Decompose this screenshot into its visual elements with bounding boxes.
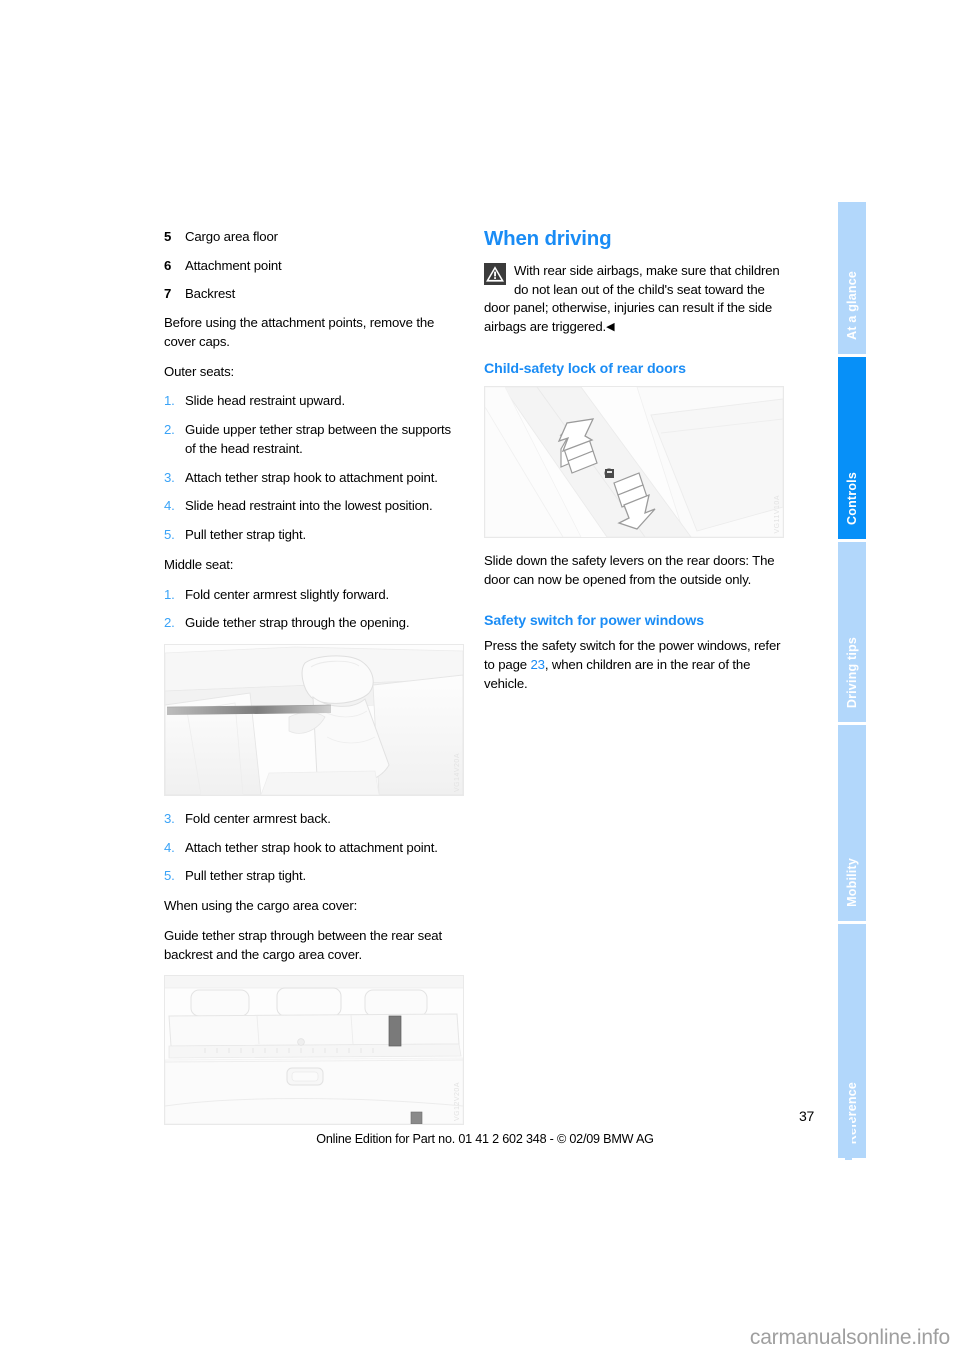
site-watermark: carmanualsonline.info [749, 1326, 950, 1349]
step-text: Attach tether strap hook to attachment p… [185, 469, 438, 485]
step-text: Guide tether strap through the opening. [185, 615, 410, 631]
sidebar-tab-label: Mobility [845, 858, 859, 907]
sidebar-tab-label: Driving tips [845, 636, 859, 708]
sidebar-tab-controls[interactable]: Controls [838, 357, 866, 539]
step-number: 3. [164, 811, 175, 827]
list-item: 2. Guide upper tether strap between the … [164, 421, 464, 458]
legend-item: 7 Backrest [164, 285, 464, 304]
legend-number: 7 [164, 286, 172, 302]
figure-cargo-area-cover: VG12V20A [164, 975, 464, 1126]
step-number: 1. [164, 586, 175, 602]
step-number: 5. [164, 868, 175, 884]
figure-child-safety-lock: VG11V10A [484, 385, 784, 538]
outer-seats-label: Outer seats: [164, 363, 235, 379]
right-text-column: When driving With rear side airbags, mak… [484, 227, 784, 694]
list-item: 5. Pull tether strap tight. [164, 867, 464, 886]
middle-seat-step-list-b: 3. Fold center armrest back. 4. Attach t… [164, 810, 464, 886]
warning-text: With rear side airbags, make sure that c… [484, 262, 780, 335]
step-text: Attach tether strap hook to attachment p… [185, 839, 438, 855]
legend-item: 5 Cargo area floor [164, 228, 464, 247]
step-number: 5. [164, 527, 175, 543]
step-number: 2. [164, 615, 175, 631]
left-text-column: 5 Cargo area floor 6 Attachment point 7 … [164, 228, 464, 1139]
intro-paragraph: Before using the attachment points, remo… [164, 315, 435, 349]
step-number: 3. [164, 469, 175, 485]
list-item: 1. Slide head restraint upward. [164, 392, 464, 411]
step-text: Slide head restraint upward. [185, 393, 346, 409]
section-heading-safety-switch: Safety switch for power windows [484, 613, 704, 630]
sidebar-tab-reference[interactable]: Reference [838, 924, 866, 1158]
warning-end-mark: ◀ [606, 321, 615, 334]
legend-number: 6 [164, 257, 172, 273]
list-item: 5. Pull tether strap tight. [164, 526, 464, 545]
list-item: 3. Fold center armrest back. [164, 810, 464, 829]
sidebar-tab-label: At a glance [845, 271, 859, 340]
footer-edition-line: Online Edition for Part no. 01 41 2 602 … [316, 1132, 654, 1146]
page-cross-reference-link[interactable]: 23 [530, 657, 545, 672]
sidebar-tab-label: Controls [845, 472, 859, 525]
step-text: Pull tether strap tight. [185, 527, 307, 543]
warning-triangle-icon [484, 262, 506, 285]
figure-code: VG11V10A [774, 495, 781, 534]
outer-seats-step-list: 1. Slide head restraint upward. 2. Guide… [164, 392, 464, 544]
list-item: 4. Slide head restraint into the lowest … [164, 497, 464, 516]
step-text: Fold center armrest back. [185, 811, 331, 827]
list-item: 3. Attach tether strap hook to attachmen… [164, 469, 464, 488]
step-text: Fold center armrest slightly forward. [185, 586, 390, 602]
cargo-cover-label: When using the cargo area cover: [164, 898, 358, 914]
child-lock-paragraph: Slide down the safety levers on the rear… [484, 552, 775, 587]
sidebar-tab-mobility[interactable]: Mobility [838, 725, 866, 921]
figure-code: VG12V20A [454, 1082, 461, 1122]
list-item: 2. Guide tether strap through the openin… [164, 614, 464, 633]
step-number: 2. [164, 422, 175, 438]
step-text: Slide head restraint into the lowest pos… [185, 498, 433, 514]
legend-item: 6 Attachment point [164, 257, 464, 276]
page-number: 37 [799, 1108, 814, 1124]
section-heading-child-safety-lock: Child-safety lock of rear doors [484, 360, 686, 377]
step-number: 4. [164, 839, 175, 855]
cargo-cover-paragraph: Guide tether strap through between the r… [164, 927, 442, 962]
legend-label: Backrest [185, 286, 236, 302]
spine-marker [845, 1120, 852, 1160]
list-item: 1. Fold center armrest slightly forward. [164, 586, 464, 605]
figure-armrest-tether: VG14V20A [164, 644, 464, 797]
legend-label: Cargo area floor [185, 229, 278, 244]
section-tab-strip: At a glance Controls Driving tips Mobili… [838, 202, 866, 1158]
step-text: Pull tether strap tight. [185, 868, 307, 884]
figure-code: VG14V20A [454, 752, 461, 793]
page-title: When driving [484, 227, 612, 250]
legend-label: Attachment point [185, 257, 282, 273]
power-windows-paragraph: Press the safety switch for the power wi… [484, 637, 784, 693]
middle-seat-label: Middle seat: [164, 556, 234, 572]
middle-seat-step-list-a: 1. Fold center armrest slightly forward.… [164, 586, 464, 633]
list-item: 4. Attach tether strap hook to attachmen… [164, 839, 464, 858]
manual-page: At a glance Controls Driving tips Mobili… [0, 0, 960, 1358]
warning-notice: With rear side airbags, make sure that c… [484, 262, 784, 337]
sidebar-tab-at-a-glance[interactable]: At a glance [838, 202, 866, 354]
step-number: 4. [164, 498, 175, 514]
step-number: 1. [164, 393, 175, 409]
step-text: Guide upper tether strap between the sup… [185, 422, 451, 456]
sidebar-tab-driving-tips[interactable]: Driving tips [838, 542, 866, 722]
legend-number: 5 [164, 229, 172, 244]
